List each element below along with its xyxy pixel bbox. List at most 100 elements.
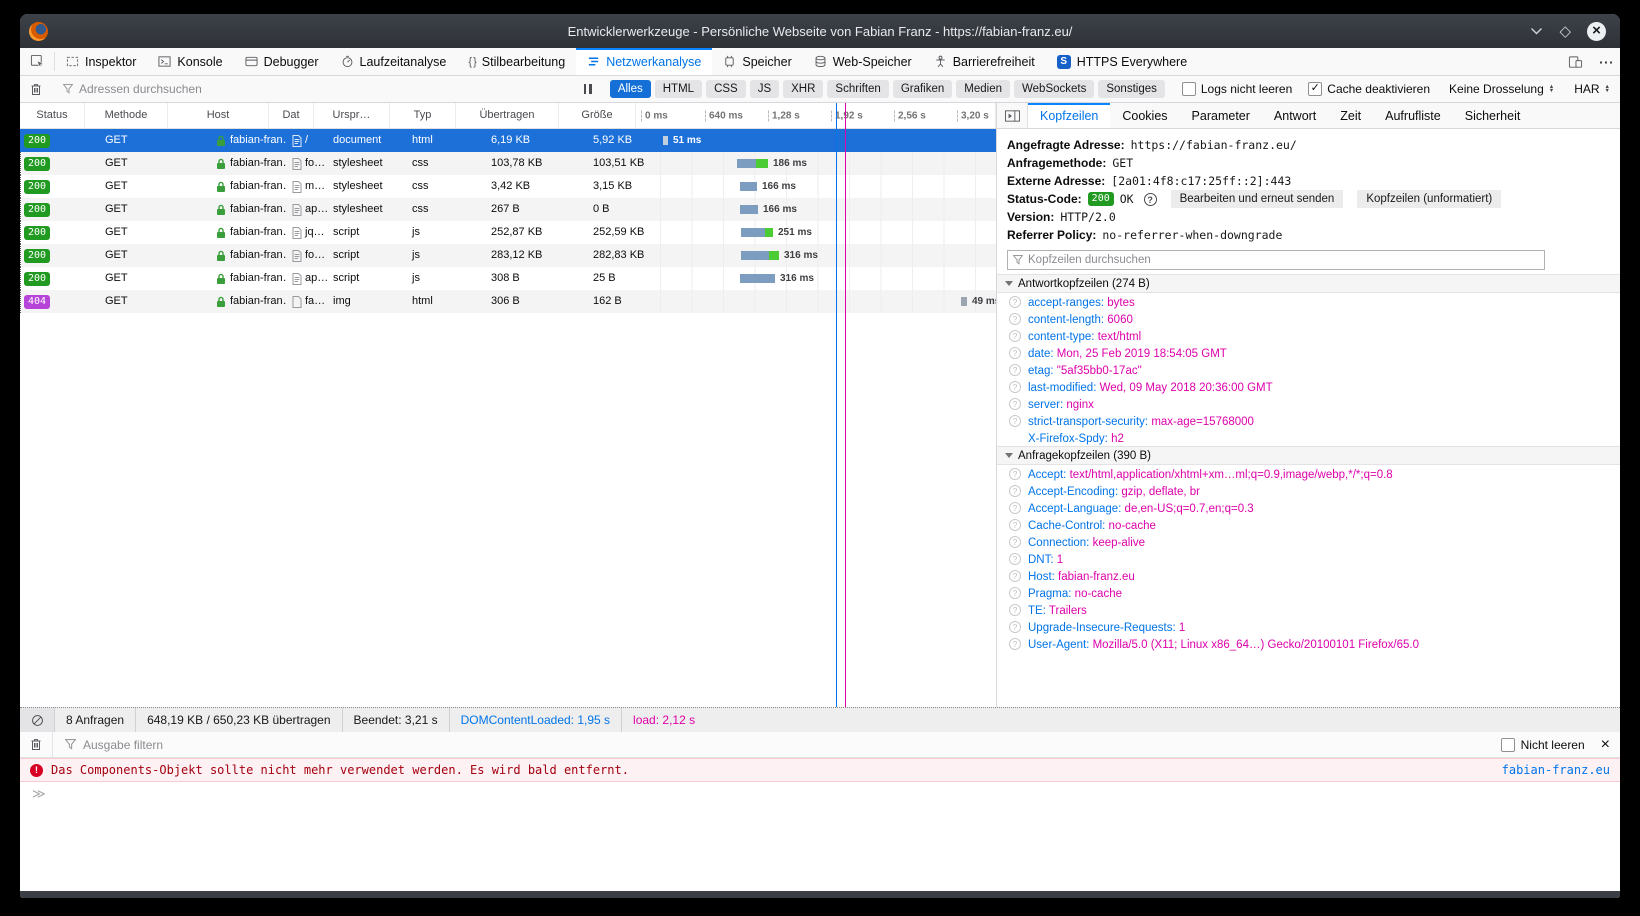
type-filter-pill[interactable]: WebSockets xyxy=(1014,80,1094,98)
header-row[interactable]: ? accept-ranges: bytes xyxy=(997,293,1620,310)
persist-logs-toggle[interactable]: Logs nicht leeren xyxy=(1182,82,1292,96)
console-warning-row[interactable]: ! Das Components-Objekt sollte nicht meh… xyxy=(20,758,1620,782)
details-tab[interactable]: Antwort xyxy=(1262,103,1328,128)
header-row[interactable]: ? Accept-Encoding: gzip, deflate, br xyxy=(997,482,1620,499)
column-header-cause[interactable]: Urspr… xyxy=(314,103,390,128)
header-row[interactable]: ? Cache-Control: no-cache xyxy=(997,516,1620,533)
details-tab[interactable]: Zeit xyxy=(1328,103,1373,128)
details-tab[interactable]: Aufrufliste xyxy=(1373,103,1453,128)
type-filter-pill[interactable]: CSS xyxy=(706,80,746,98)
window-titlebar[interactable]: Entwicklerwerkzeuge - Persönliche Websei… xyxy=(20,14,1620,48)
header-help-icon[interactable]: ? xyxy=(1009,296,1021,308)
header-row[interactable]: ? User-Agent: Mozilla/5.0 (X11; Linux x8… xyxy=(997,635,1620,652)
dom-content-loaded-time[interactable]: DOMContentLoaded: 1,95 s xyxy=(450,708,622,732)
throttling-dropdown[interactable]: Keine Drosselung ▲▼ xyxy=(1449,82,1554,96)
type-filter-pill[interactable]: Alles xyxy=(610,80,651,98)
request-row[interactable]: 200 GET fabian-fran… ap… stylesheet css … xyxy=(20,198,996,221)
header-help-icon[interactable]: ? xyxy=(1009,398,1021,410)
header-row[interactable]: ? content-type: text/html xyxy=(997,327,1620,344)
window-maximize-icon[interactable]: ◇ xyxy=(1559,24,1571,39)
devtools-tab-accessibility[interactable]: Barrierefreiheit xyxy=(923,48,1046,75)
devtools-tab-inspector[interactable]: Inspektor xyxy=(55,48,147,75)
column-header-type[interactable]: Typ xyxy=(390,103,456,128)
header-row[interactable]: ? Connection: keep-alive xyxy=(997,533,1620,550)
header-row[interactable]: ? date: Mon, 25 Feb 2019 18:54:05 GMT xyxy=(997,344,1620,361)
header-help-icon[interactable]: ? xyxy=(1009,347,1021,359)
header-help-icon[interactable]: ? xyxy=(1009,502,1021,514)
column-header-method[interactable]: Methode xyxy=(85,103,168,128)
header-help-icon[interactable]: ? xyxy=(1009,638,1021,650)
har-dropdown[interactable]: HAR ▲▼ xyxy=(1574,82,1610,96)
request-row[interactable]: 200 GET fabian-fran… / document html 6,1… xyxy=(20,129,996,152)
header-help-icon[interactable]: ? xyxy=(1009,570,1021,582)
header-row[interactable]: ? X-Firefox-Spdy: h2 xyxy=(997,429,1620,446)
headers-filter-input[interactable]: Kopfzeilen durchsuchen xyxy=(1007,250,1545,270)
type-filter-pill[interactable]: XHR xyxy=(783,80,823,98)
header-help-icon[interactable]: ? xyxy=(1009,381,1021,393)
type-filter-pill[interactable]: Grafiken xyxy=(893,80,952,98)
details-tab[interactable]: Kopfzeilen xyxy=(1028,103,1110,128)
devtools-tab-network[interactable]: Netzwerkanalyse xyxy=(576,48,712,75)
console-source-link[interactable]: fabian-franz.eu xyxy=(1502,763,1610,777)
response-headers-section[interactable]: Antwortkopfzeilen (274 B) xyxy=(997,274,1620,293)
node-picker-button[interactable] xyxy=(20,48,54,75)
details-tab[interactable]: Cookies xyxy=(1110,103,1179,128)
header-help-icon[interactable]: ? xyxy=(1009,536,1021,548)
devtools-tab-storage[interactable]: Web-Speicher xyxy=(803,48,923,75)
disable-cache-checkbox[interactable]: ✓ xyxy=(1308,82,1322,96)
type-filter-pill[interactable]: Medien xyxy=(956,80,1010,98)
header-help-icon[interactable]: ? xyxy=(1009,553,1021,565)
raw-headers-button[interactable]: Kopfzeilen (unformatiert) xyxy=(1357,190,1501,208)
header-row[interactable]: ? server: nginx xyxy=(997,395,1620,412)
header-help-icon[interactable]: ? xyxy=(1009,519,1021,531)
header-row[interactable]: ? Host: fabian-franz.eu xyxy=(997,567,1620,584)
disable-cache-toggle[interactable]: ✓ Cache deaktivieren xyxy=(1308,82,1430,96)
header-help-icon[interactable]: ? xyxy=(1009,415,1021,427)
responsive-mode-button[interactable] xyxy=(1558,48,1592,75)
request-row[interactable]: 200 GET fabian-fran… ap… script js 308 B… xyxy=(20,267,996,290)
column-header-status[interactable]: Status xyxy=(20,103,85,128)
type-filter-pill[interactable]: JS xyxy=(750,80,779,98)
header-row[interactable]: ? DNT: 1 xyxy=(997,550,1620,567)
header-help-icon[interactable]: ? xyxy=(1009,364,1021,376)
header-row[interactable]: ? content-length: 6060 xyxy=(997,310,1620,327)
header-row[interactable]: ? strict-transport-security: max-age=157… xyxy=(997,412,1620,429)
header-help-icon[interactable]: ? xyxy=(1009,313,1021,325)
header-help-icon[interactable]: ? xyxy=(1009,468,1021,480)
column-header-file[interactable]: Dat xyxy=(269,103,314,128)
waterfall-header[interactable]: 0 ms 640 ms 1,28 s 1,92 s 2,56 s 3,20 s xyxy=(636,103,996,128)
request-row[interactable]: 200 GET fabian-fran… jq… script js 252,8… xyxy=(20,221,996,244)
column-header-transferred[interactable]: Übertragen xyxy=(456,103,559,128)
request-row[interactable]: 200 GET fabian-fran… fo… script js 283,1… xyxy=(20,244,996,267)
console-persist-checkbox[interactable] xyxy=(1501,738,1515,752)
header-help-icon[interactable]: ? xyxy=(1009,485,1021,497)
header-row[interactable]: ? Accept-Language: de,en-US;q=0.7,en;q=0… xyxy=(997,499,1620,516)
header-help-icon[interactable]: ? xyxy=(1009,604,1021,616)
devtools-tab-memory[interactable]: Speicher xyxy=(712,48,802,75)
edit-resend-button[interactable]: Bearbeiten und erneut senden xyxy=(1171,190,1344,208)
console-empty-area[interactable] xyxy=(20,806,1620,891)
header-help-icon[interactable]: ? xyxy=(1009,621,1021,633)
header-row[interactable]: ? Accept: text/html,application/xhtml+xm… xyxy=(997,465,1620,482)
pause-traffic-button[interactable] xyxy=(575,84,601,94)
request-filter-input[interactable]: Adressen durchsuchen xyxy=(53,82,575,96)
header-row[interactable]: ? last-modified: Wed, 09 May 2018 20:36:… xyxy=(997,378,1620,395)
clear-requests-button[interactable] xyxy=(20,83,52,96)
request-row[interactable]: 404 GET fabian-fran… fa… img html 306 B … xyxy=(20,290,996,313)
header-help-icon[interactable]: ? xyxy=(1009,330,1021,342)
console-input-line[interactable]: ≫ xyxy=(20,782,1620,806)
clear-console-button[interactable] xyxy=(20,732,53,757)
devtools-tab-style-editor[interactable]: { } Stilbearbeitung xyxy=(457,48,576,75)
type-filter-pill[interactable]: HTML xyxy=(655,80,702,98)
close-console-icon[interactable]: × xyxy=(1601,737,1610,753)
load-time[interactable]: load: 2,12 s xyxy=(622,708,706,732)
header-row[interactable]: ? Pragma: no-cache xyxy=(997,584,1620,601)
request-row[interactable]: 200 GET fabian-fran… m… stylesheet css 3… xyxy=(20,175,996,198)
close-details-pane-button[interactable] xyxy=(997,103,1028,128)
window-shade-icon[interactable] xyxy=(1530,27,1543,35)
header-help-icon[interactable]: ? xyxy=(1009,587,1021,599)
devtools-tab-performance[interactable]: Laufzeitanalyse xyxy=(330,48,458,75)
column-header-size[interactable]: Größe xyxy=(559,103,636,128)
persist-logs-checkbox[interactable] xyxy=(1182,82,1196,96)
status-help-icon[interactable]: ? xyxy=(1144,193,1157,206)
